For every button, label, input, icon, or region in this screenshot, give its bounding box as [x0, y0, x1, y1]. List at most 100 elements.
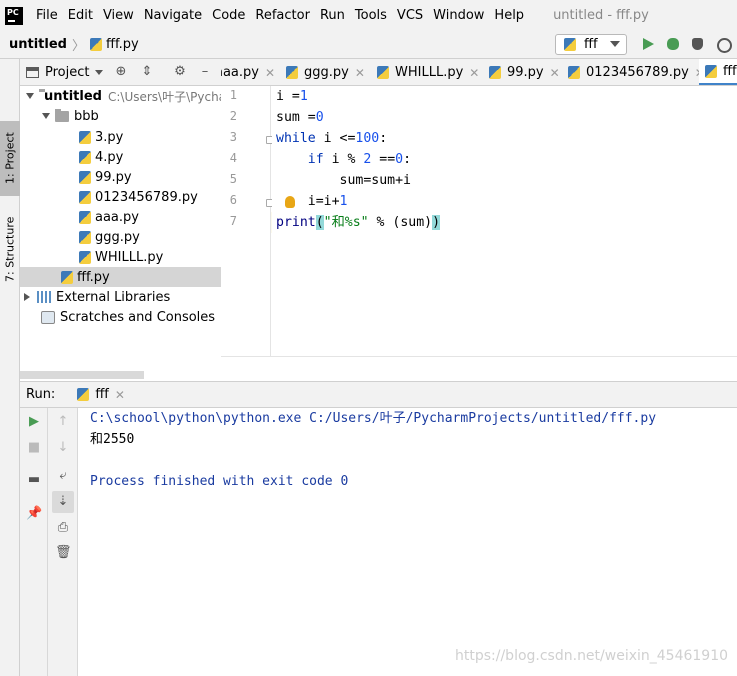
arrow-down-icon[interactable]: ↓ [55, 440, 71, 456]
console-output[interactable]: C:\school\python\python.exe C:/Users/叶子/… [78, 408, 737, 676]
soft-wrap-icon[interactable]: ⤶ [55, 468, 71, 484]
tree-node-scratches[interactable]: Scratches and Consoles [20, 307, 221, 327]
menu-bar: PC File Edit View Navigate Code Refactor… [0, 0, 737, 31]
python-file-icon [79, 150, 91, 164]
editor-tab-label: aaa.py [221, 65, 259, 80]
breadcrumb-separator-icon: 〉 [71, 39, 85, 54]
tree-node-file[interactable]: ggg.py [20, 227, 221, 247]
layout-icon[interactable]: ▬ [26, 472, 42, 488]
breadcrumb-file[interactable]: fff.py [106, 37, 139, 52]
python-file-icon [286, 66, 298, 79]
tree-node-label: ggg.py [95, 229, 140, 245]
line-number: 5 [229, 172, 237, 186]
rerun-icon[interactable]: ▶ [26, 414, 42, 430]
run-panel-header: Run: fff ✕ [20, 381, 737, 408]
lightbulb-icon[interactable] [285, 196, 295, 208]
gear-icon[interactable]: ⚙ [173, 65, 187, 79]
menu-view[interactable]: View [98, 8, 139, 23]
tree-node-label: WHILLL.py [95, 249, 164, 265]
project-view-selector[interactable]: Project [26, 64, 104, 80]
menu-help[interactable]: Help [489, 8, 529, 23]
tree-node-file[interactable]: WHILLL.py [20, 247, 221, 267]
python-file-icon [77, 388, 90, 401]
tree-node-label: External Libraries [56, 289, 171, 305]
line-number: 1 [229, 88, 237, 102]
console-command-line: C:\school\python\python.exe C:/Users/叶子/… [90, 411, 657, 426]
code-line: sum =0 [276, 110, 324, 125]
breadcrumb-project[interactable]: untitled [9, 37, 67, 52]
chevron-down-icon [610, 41, 620, 47]
debug-icon[interactable] [665, 36, 681, 52]
profile-icon[interactable] [715, 36, 732, 53]
run-tab[interactable]: fff ✕ [77, 387, 125, 402]
line-number: 6 [229, 193, 237, 207]
editor-tab[interactable]: aaa.py ✕ [221, 59, 275, 85]
tree-node-label: aaa.py [95, 209, 139, 225]
coverage-icon[interactable] [690, 36, 706, 52]
tree-node-label: 99.py [95, 169, 132, 185]
tree-node-project-root[interactable]: untitled C:\Users\叶子\PycharmProjects\unt… [20, 86, 221, 106]
tree-node-path: C:\Users\叶子\PycharmProjects\untitled [107, 89, 221, 104]
python-file-icon [79, 210, 91, 224]
editor-tab[interactable]: 0123456789.py ✕ [568, 59, 705, 85]
hide-icon[interactable]: – [198, 65, 212, 79]
expand-arrow-icon[interactable] [26, 93, 34, 99]
run-icon[interactable] [640, 36, 656, 52]
menu-edit[interactable]: Edit [63, 8, 98, 23]
code-line: if i % 2 ==0: [307, 152, 412, 167]
menu-window[interactable]: Window [428, 8, 489, 23]
close-icon[interactable]: ✕ [265, 66, 275, 80]
run-configuration-select[interactable]: fff [555, 34, 627, 55]
tree-node-external-libraries[interactable]: External Libraries [20, 287, 221, 307]
scroll-to-end-icon[interactable]: ⇣ [52, 491, 74, 513]
tree-node-file[interactable]: 0123456789.py [20, 187, 221, 207]
editor-tab-active[interactable]: fff.py [699, 59, 737, 85]
tree-node-folder[interactable]: bbb [20, 106, 221, 126]
watermark: https://blog.csdn.net/weixin_45461910 [455, 648, 729, 664]
tree-node-file[interactable]: 4.py [20, 147, 221, 167]
python-file-icon [568, 66, 580, 79]
code-editor[interactable]: i =1 sum =0 while i <=100: if i % 2 ==0:… [272, 86, 737, 356]
tree-node-file[interactable]: 99.py [20, 167, 221, 187]
left-tool-stripe: 1: Project 7: Structure [0, 59, 20, 381]
menu-file[interactable]: File [31, 8, 63, 23]
editor-tab[interactable]: ggg.py ✕ [286, 59, 365, 85]
pin-icon[interactable]: 📌 [26, 506, 42, 522]
editor-bottom-area [221, 356, 737, 381]
trash-icon[interactable]: 🗑 [55, 545, 72, 561]
python-file-icon [79, 190, 91, 204]
editor-tab[interactable]: WHILLL.py ✕ [377, 59, 479, 85]
editor-tab[interactable]: 99.py ✕ [489, 59, 560, 85]
tool-tab-project[interactable]: 1: Project [0, 121, 20, 196]
project-title: Project [45, 64, 90, 80]
close-icon[interactable]: ✕ [550, 66, 560, 80]
menu-navigate[interactable]: Navigate [139, 8, 207, 23]
folder-icon [55, 108, 69, 122]
console-output-line: 和2550 [90, 432, 135, 447]
expand-arrow-icon[interactable] [24, 293, 30, 301]
horizontal-scrollbar[interactable] [20, 371, 144, 379]
close-icon[interactable]: ✕ [115, 388, 125, 402]
locate-icon[interactable]: ⊕ [114, 65, 128, 79]
project-tree: untitled C:\Users\叶子\PycharmProjects\unt… [20, 86, 221, 381]
tree-node-file[interactable]: 3.py [20, 127, 221, 147]
menu-code[interactable]: Code [207, 8, 250, 23]
tool-tab-structure[interactable]: 7: Structure [0, 207, 20, 292]
expand-arrow-icon[interactable] [42, 113, 50, 119]
print-icon[interactable]: ⎙ [55, 520, 71, 536]
run-toolbar-secondary: ↑ ↓ ⤶ ⇣ ⎙ 🗑 [48, 408, 78, 676]
stop-icon[interactable]: ■ [26, 440, 42, 456]
menu-vcs[interactable]: VCS [392, 8, 428, 23]
collapse-all-icon[interactable]: ⇕ [140, 65, 154, 79]
editor-tab-bar: aaa.py ✕ ggg.py ✕ WHILLL.py ✕ 99.py ✕ 01… [221, 59, 737, 86]
tree-node-file-selected[interactable]: fff.py [20, 267, 221, 287]
run-panel-title: Run: [26, 387, 56, 402]
tree-node-label: Scratches and Consoles [60, 309, 216, 325]
menu-tools[interactable]: Tools [350, 8, 392, 23]
close-icon[interactable]: ✕ [469, 66, 479, 80]
arrow-up-icon[interactable]: ↑ [55, 414, 71, 430]
tree-node-file[interactable]: aaa.py [20, 207, 221, 227]
menu-run[interactable]: Run [315, 8, 350, 23]
menu-refactor[interactable]: Refactor [250, 8, 315, 23]
close-icon[interactable]: ✕ [355, 66, 365, 80]
